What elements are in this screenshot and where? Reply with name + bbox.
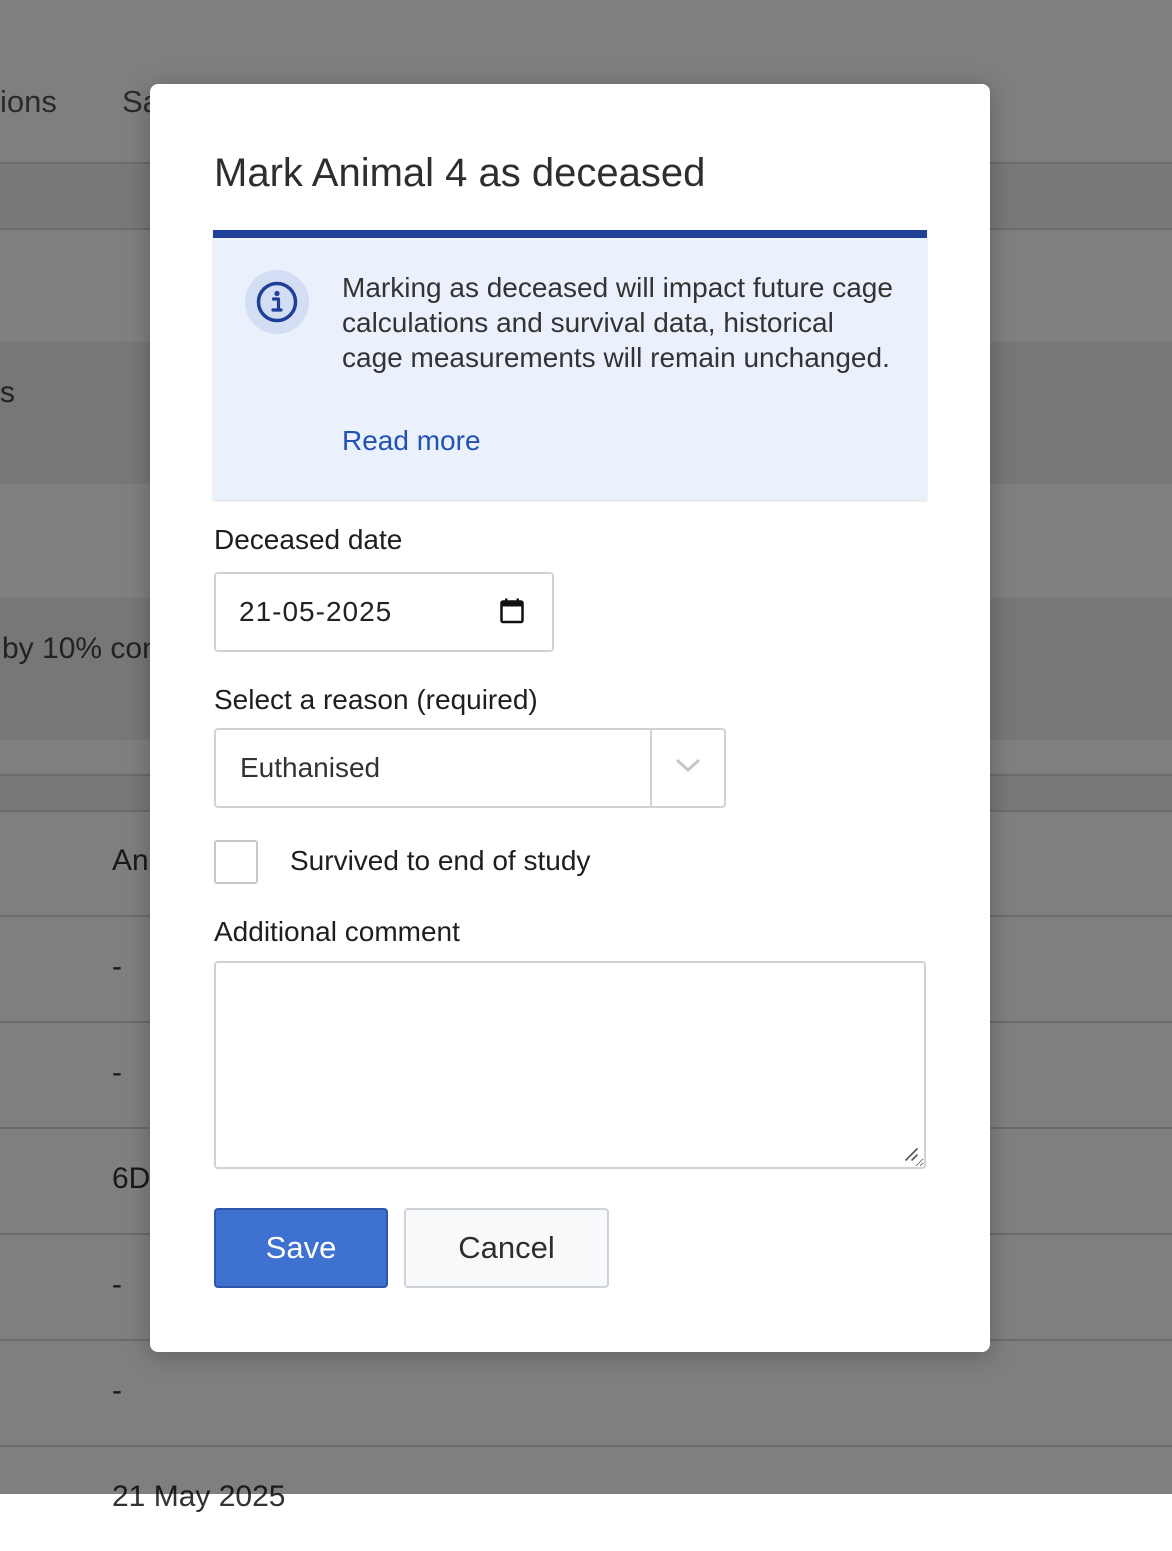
cancel-button[interactable]: Cancel bbox=[404, 1208, 609, 1288]
info-notice: Marking as deceased will impact future c… bbox=[213, 230, 927, 500]
deceased-date-value: 21-05-2025 bbox=[239, 596, 393, 627]
deceased-date-input[interactable]: 21-05-2025 bbox=[214, 572, 554, 652]
reason-label: Select a reason (required) bbox=[214, 684, 538, 715]
comment-label: Additional comment bbox=[214, 916, 460, 947]
survived-checkbox-label[interactable]: Survived to end of study bbox=[290, 844, 590, 878]
reason-selected-value: Euthanised bbox=[240, 752, 381, 783]
comment-textarea[interactable] bbox=[214, 961, 926, 1169]
deceased-modal: Mark Animal 4 as deceased Marking as dec… bbox=[150, 84, 990, 1352]
reason-select[interactable]: Euthanised bbox=[214, 728, 726, 808]
calendar-icon[interactable] bbox=[500, 598, 524, 629]
modal-title: Mark Animal 4 as deceased bbox=[214, 151, 706, 195]
select-divider bbox=[650, 730, 652, 806]
save-button[interactable]: Save bbox=[214, 1208, 388, 1288]
read-more-link[interactable]: Read more bbox=[342, 423, 481, 458]
info-message: Marking as deceased will impact future c… bbox=[342, 272, 893, 373]
survived-checkbox[interactable] bbox=[214, 840, 258, 884]
deceased-date-label: Deceased date bbox=[214, 524, 403, 555]
resize-handle-icon[interactable] bbox=[904, 1147, 918, 1166]
info-icon bbox=[245, 270, 309, 334]
chevron-down-icon[interactable] bbox=[676, 758, 700, 779]
